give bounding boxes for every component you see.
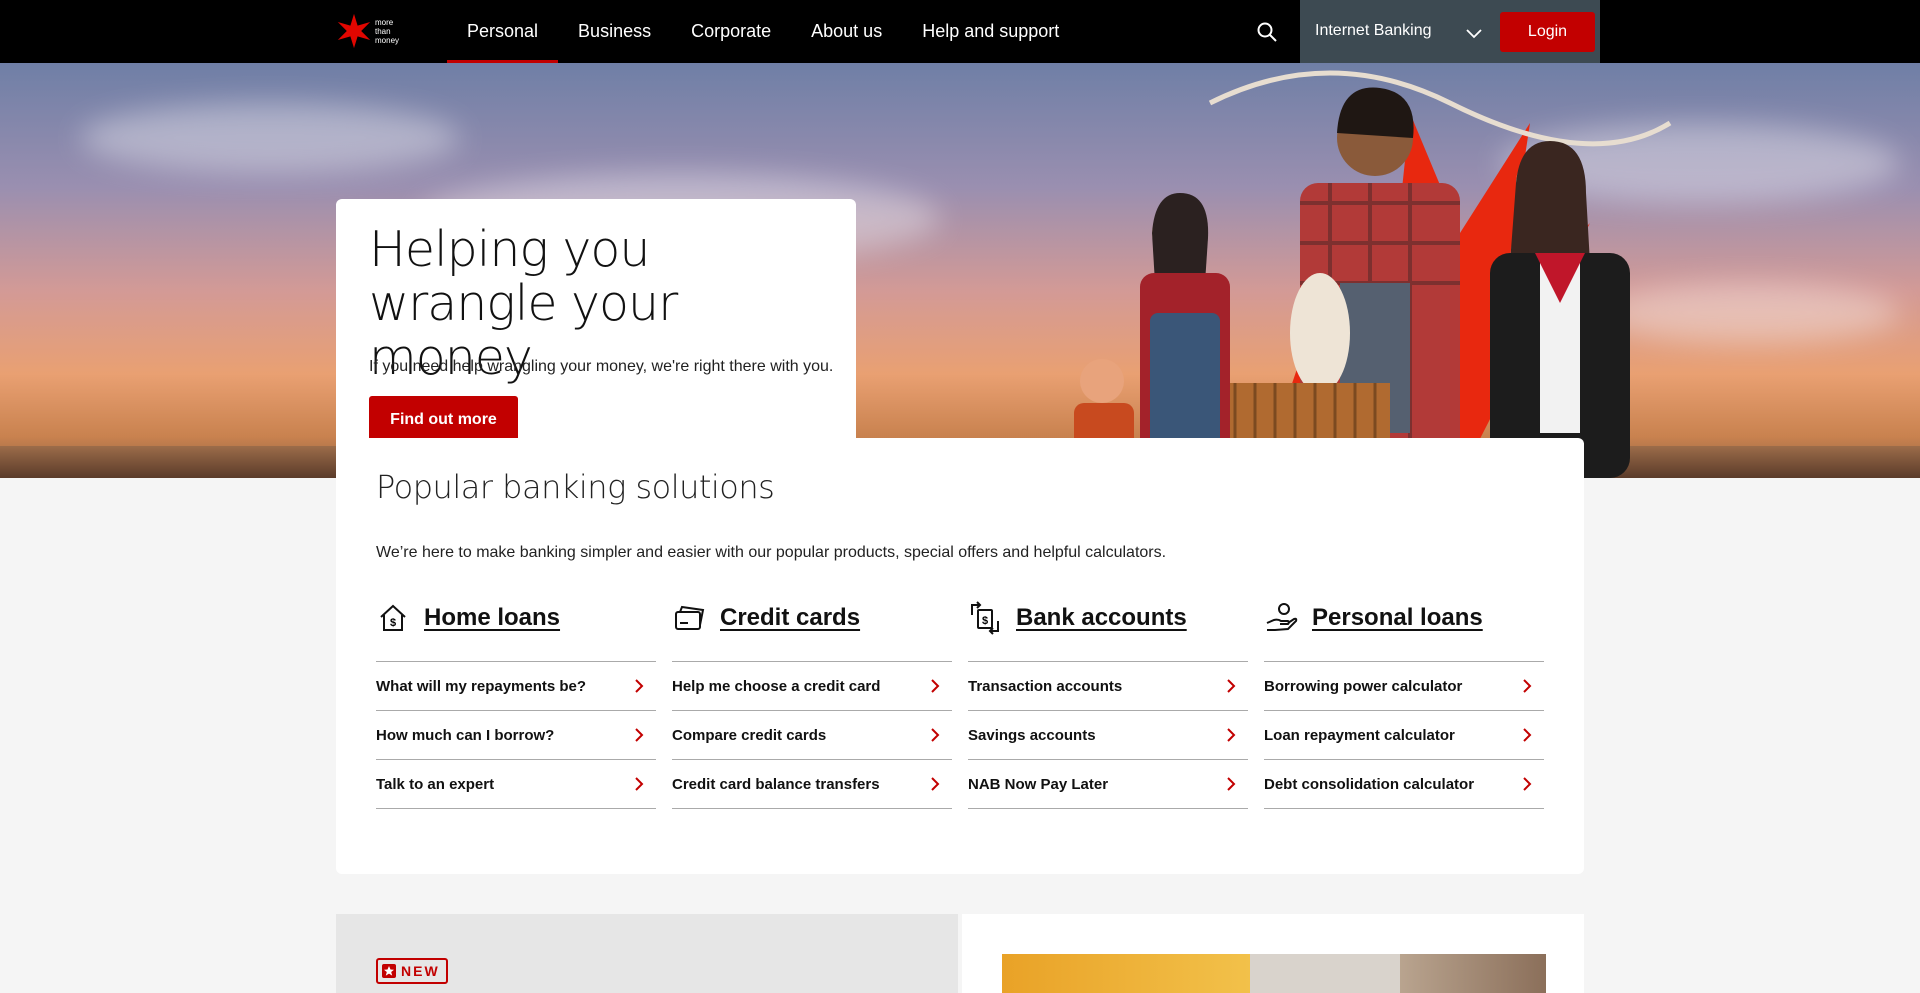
list-item[interactable]: Savings accounts [968, 711, 1248, 760]
list-item[interactable]: Credit card balance transfers [672, 760, 952, 809]
hero-subtitle: If you need help wrangling your money, w… [369, 358, 834, 375]
list-item[interactable]: Compare credit cards [672, 711, 952, 760]
promo-tile-image [962, 914, 1584, 993]
primary-nav: Personal Business Corporate About us Hel… [447, 0, 1079, 63]
bank-accounts-link[interactable]: Bank accounts [1016, 604, 1187, 632]
chevron-right-icon [1523, 777, 1532, 791]
chevron-right-icon [1523, 679, 1532, 693]
credit-cards-column: Credit cards Help me choose a credit car… [672, 598, 952, 809]
section-subtitle: We’re here to make banking simpler and e… [376, 544, 1167, 561]
chevron-down-icon [1466, 29, 1482, 39]
chevron-right-icon [1227, 728, 1236, 742]
nav-help-and-support[interactable]: Help and support [902, 0, 1079, 63]
list-item[interactable]: Help me choose a credit card [672, 662, 952, 711]
hero-card: Helping you wrangle your money If you ne… [336, 199, 856, 469]
brand-logo[interactable]: more than money [336, 13, 416, 49]
logo-tagline: more than money [375, 17, 400, 45]
popular-banking-section: Popular banking solutions We’re here to … [336, 438, 1584, 874]
nav-personal[interactable]: Personal [447, 0, 559, 63]
chevron-right-icon [931, 777, 940, 791]
hero-banner: Helping you wrangle your money If you ne… [0, 63, 1920, 478]
chevron-right-icon [931, 679, 940, 693]
house-dollar-icon: $ [380, 604, 406, 631]
list-item[interactable]: Borrowing power calculator [1264, 662, 1544, 711]
login-button[interactable]: Login [1500, 12, 1595, 52]
list-item[interactable]: Loan repayment calculator [1264, 711, 1544, 760]
credit-cards-link[interactable]: Credit cards [720, 604, 860, 632]
chevron-right-icon [1523, 728, 1532, 742]
nav-corporate[interactable]: Corporate [671, 0, 791, 63]
chevron-right-icon [1227, 777, 1236, 791]
chevron-right-icon [635, 777, 644, 791]
internet-banking-select[interactable]: Internet Banking Login [1300, 0, 1600, 63]
list-item[interactable]: NAB Now Pay Later [968, 760, 1248, 809]
hand-money-icon [1266, 603, 1298, 631]
credit-card-icon [675, 605, 705, 630]
top-navigation: more than money Personal Business Corpor… [0, 0, 1920, 63]
list-item[interactable]: Talk to an expert [376, 760, 656, 809]
list-item[interactable]: Transaction accounts [968, 662, 1248, 711]
svg-text:$: $ [982, 615, 988, 627]
promo-tile-new: NEW [336, 914, 958, 993]
list-item[interactable]: What will my repayments be? [376, 662, 656, 711]
transfer-dollar-icon: $ [971, 601, 999, 635]
nav-business[interactable]: Business [558, 0, 671, 63]
nav-about-us[interactable]: About us [791, 0, 902, 63]
svg-text:$: $ [390, 617, 396, 629]
chevron-right-icon [1227, 679, 1236, 693]
chevron-right-icon [635, 679, 644, 693]
promo-image [1002, 954, 1546, 993]
star-icon [382, 964, 396, 978]
chevron-right-icon [931, 728, 940, 742]
home-loans-link[interactable]: Home loans [424, 604, 560, 632]
internet-banking-label: Internet Banking [1315, 22, 1432, 39]
list-item[interactable]: How much can I borrow? [376, 711, 656, 760]
personal-loans-link[interactable]: Personal loans [1312, 604, 1483, 632]
new-badge: NEW [376, 958, 448, 984]
search-icon[interactable] [1255, 20, 1279, 44]
list-item[interactable]: Debt consolidation calculator [1264, 760, 1544, 809]
hero-illustration [1074, 70, 1672, 478]
section-title: Popular banking solutions [376, 468, 775, 506]
chevron-right-icon [635, 728, 644, 742]
star-logo-icon [337, 13, 371, 49]
find-out-more-button[interactable]: Find out more [369, 396, 518, 444]
home-loans-column: $ Home loans What will my repayments be?… [376, 598, 656, 809]
bank-accounts-column: $ Bank accounts Transaction accounts Sav… [968, 598, 1248, 809]
personal-loans-column: Personal loans Borrowing power calculato… [1264, 598, 1544, 809]
